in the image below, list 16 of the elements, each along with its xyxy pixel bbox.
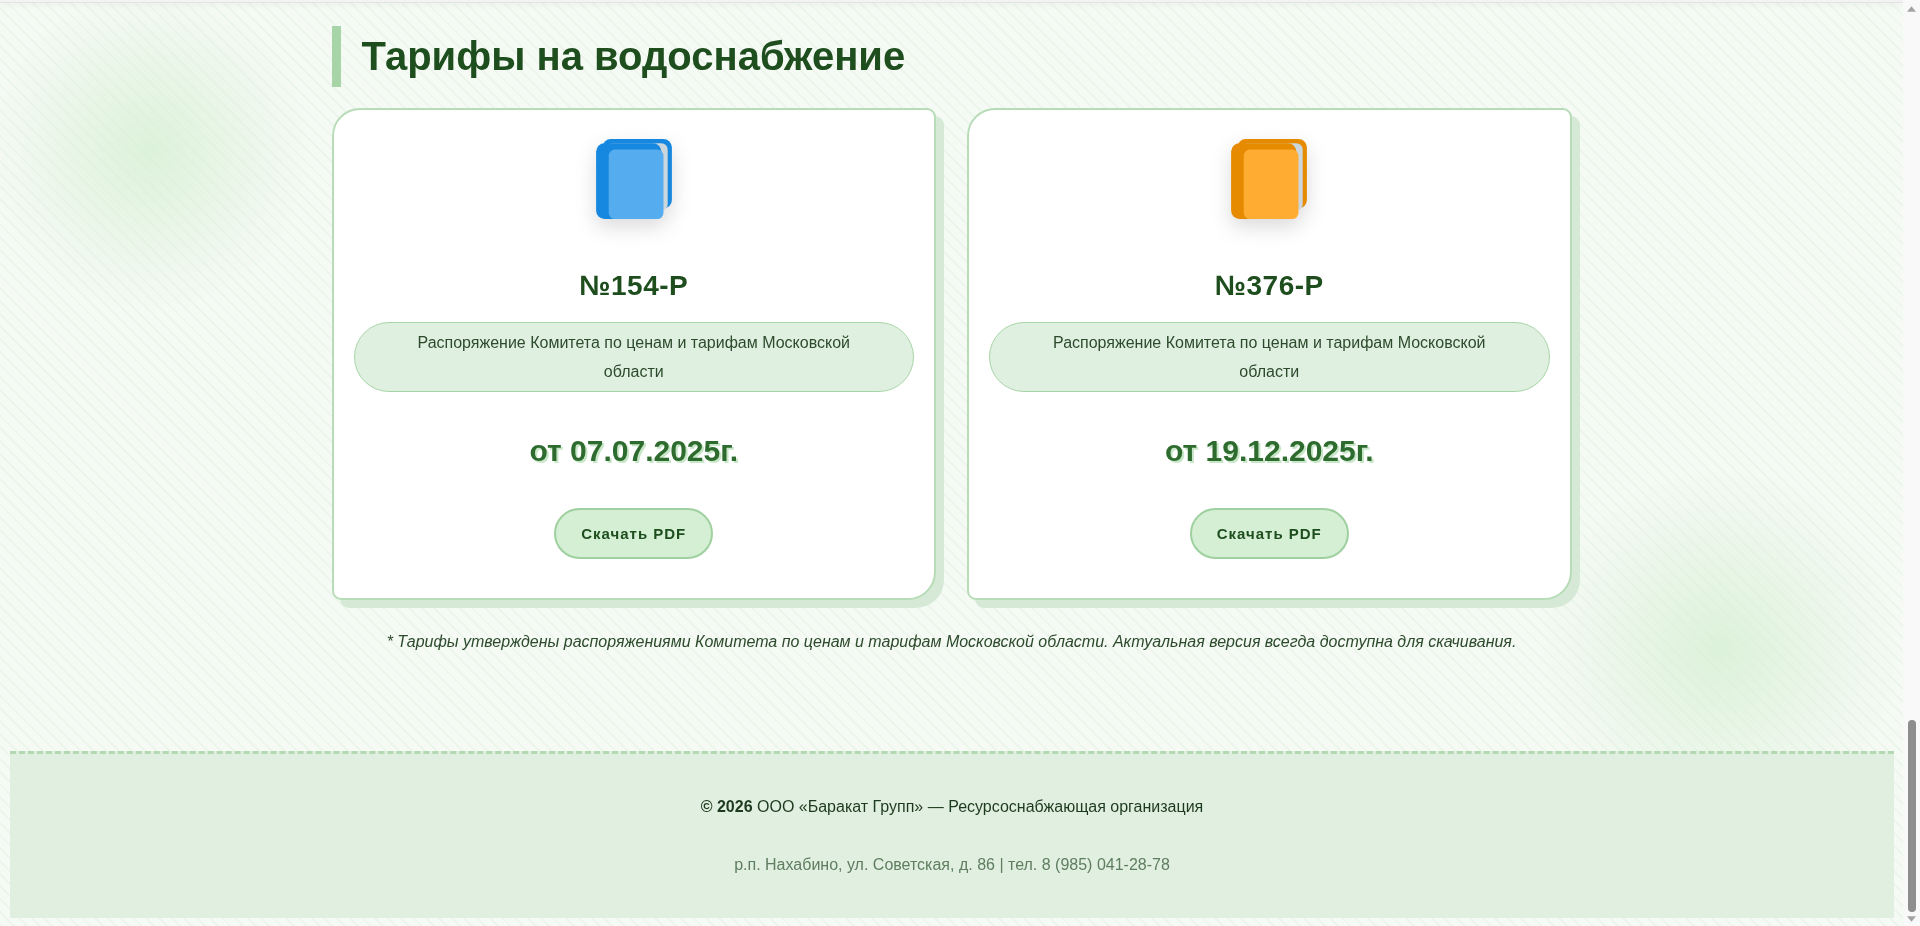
download-pdf-button[interactable]: Скачать PDF [554, 508, 714, 559]
section-title: Тарифы на водоснабжение [331, 26, 1572, 87]
footnote: * Тарифы утверждены распоряжениями Комитета по ценам и тарифам Московской области. Актуальная версия всегда доступна для скачивания. [385, 632, 1518, 652]
copyright-text: © 2026 ООО «Баракат Групп» — Ресурсоснабжающая организация [699, 797, 1205, 817]
scroll-up-arrow-icon[interactable] [1907, 6, 1916, 12]
document-description: Распоряжение Комитета по ценам и тарифам Московской области [353, 322, 914, 392]
document-number: №376-Р [1214, 270, 1324, 302]
document-date: от 19.12.2025г. [1164, 433, 1374, 469]
contact-info: р.п. Нахабино, ул. Советская, д. 86 | тел. 8 (985) 041-28-78 [733, 855, 1171, 875]
download-pdf-button[interactable]: Скачать PDF [1189, 508, 1349, 559]
document-number: №154-Р [579, 270, 689, 302]
document-description: Распоряжение Комитета по ценам и тарифам Московской области [989, 322, 1550, 392]
document-date: от 07.07.2025г. [529, 433, 739, 469]
scrollbar[interactable] [1903, 0, 1920, 926]
scrollbar-thumb[interactable] [1907, 720, 1916, 912]
scroll-down-arrow-icon[interactable] [1907, 916, 1916, 922]
